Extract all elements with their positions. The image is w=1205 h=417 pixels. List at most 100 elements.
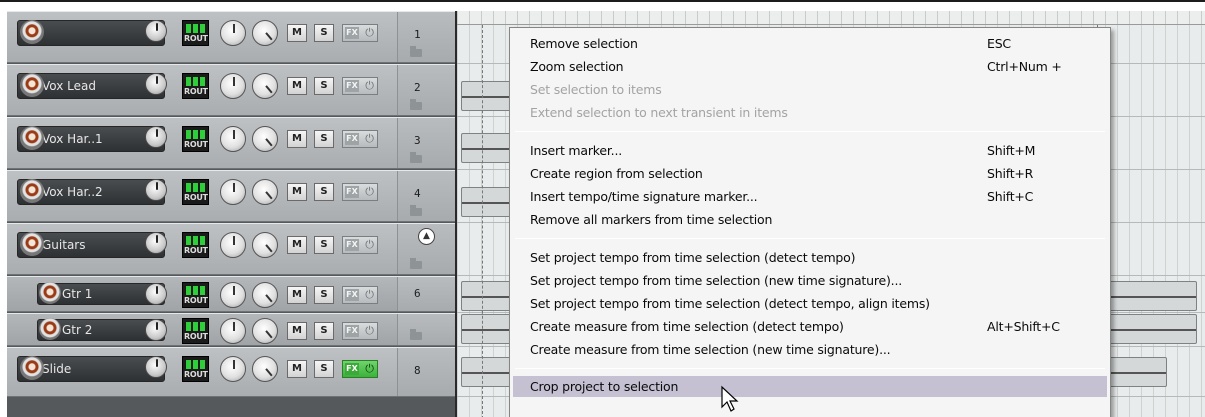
track-number-column[interactable]: ▲ xyxy=(397,224,455,274)
volume-knob[interactable] xyxy=(145,179,167,201)
volume-knob[interactable] xyxy=(145,356,167,378)
track-number-column[interactable]: 8 xyxy=(397,348,455,396)
route-button[interactable]: ROUT xyxy=(182,20,209,46)
folder-icon[interactable] xyxy=(410,46,422,57)
menu-item-crop-project[interactable]: Crop project to selection xyxy=(513,376,1107,397)
record-arm-button[interactable] xyxy=(39,318,61,340)
fx-bypass-icon[interactable]: ⏻ xyxy=(365,288,374,302)
route-button[interactable]: ROUT xyxy=(182,232,209,258)
solo-button[interactable]: S xyxy=(314,77,334,95)
folder-icon[interactable] xyxy=(410,329,422,340)
pan-dial[interactable] xyxy=(252,73,278,99)
volume-knob[interactable] xyxy=(145,126,167,148)
media-item[interactable] xyxy=(461,187,511,217)
menu-item-tempo-align-items[interactable]: Set project tempo from time selection (d… xyxy=(513,293,1107,314)
track-row[interactable]: ROUT M S FX ⏻ 1 xyxy=(7,11,455,63)
fx-button[interactable]: FX ⏻ xyxy=(342,183,378,201)
folder-icon[interactable] xyxy=(410,205,422,216)
mute-button[interactable]: M xyxy=(287,24,307,42)
volume-knob[interactable] xyxy=(145,20,167,42)
fx-button[interactable]: FX ⏻ xyxy=(342,24,378,42)
menu-item-tempo-new-signature[interactable]: Set project tempo from time selection (n… xyxy=(513,270,1107,291)
track-number-column[interactable]: 6 xyxy=(397,277,455,311)
menu-item-create-region[interactable]: Create region from selection Shift+R xyxy=(513,163,1107,184)
menu-item-zoom-selection[interactable]: Zoom selection Ctrl+Num + xyxy=(513,56,1107,77)
fx-button-active[interactable]: FX ⏻ xyxy=(342,360,378,378)
fx-bypass-icon[interactable]: ⏻ xyxy=(365,324,374,338)
route-button[interactable]: ROUT xyxy=(182,318,209,344)
menu-item-insert-tempo-marker[interactable]: Insert tempo/time signature marker... Shi… xyxy=(513,186,1107,207)
track-row[interactable]: Slide ROUT M S FX ⏻ 8 xyxy=(7,347,455,397)
track-number-column[interactable]: 2 xyxy=(397,65,455,115)
route-button[interactable]: ROUT xyxy=(182,73,209,99)
track-row[interactable]: Vox Har..1 ROUT M S FX ⏻ 3 xyxy=(7,117,455,169)
record-arm-button[interactable] xyxy=(20,179,44,203)
folder-collapse-icon[interactable]: ▲ xyxy=(418,228,435,245)
fx-bypass-icon[interactable]: ⏻ xyxy=(365,26,374,40)
pan-dial[interactable] xyxy=(252,282,278,308)
solo-button[interactable]: S xyxy=(314,24,334,42)
menu-item-remove-selection[interactable]: Remove selection ESC xyxy=(513,33,1107,54)
solo-button[interactable]: S xyxy=(314,236,334,254)
solo-button[interactable]: S xyxy=(314,183,334,201)
track-number-column[interactable]: 1 xyxy=(397,12,455,62)
media-item[interactable] xyxy=(1097,314,1197,344)
record-arm-button[interactable] xyxy=(20,20,44,44)
media-item[interactable] xyxy=(461,357,511,387)
track-row[interactable]: Vox Lead ROUT M S FX ⏻ 2 xyxy=(7,64,455,116)
folder-icon[interactable] xyxy=(410,258,422,269)
folder-icon[interactable] xyxy=(410,99,422,110)
volume-knob[interactable] xyxy=(145,73,167,95)
fx-bypass-icon[interactable]: ⏻ xyxy=(365,185,374,199)
track-row-folder[interactable]: Guitars ROUT M S FX ⏻ ▲ xyxy=(7,223,455,275)
pan-dial[interactable] xyxy=(252,318,278,344)
mute-button[interactable]: M xyxy=(287,286,307,304)
record-arm-button[interactable] xyxy=(39,282,61,304)
mute-button[interactable]: M xyxy=(287,130,307,148)
media-item[interactable] xyxy=(461,81,511,111)
record-arm-button[interactable] xyxy=(20,232,44,256)
route-button[interactable]: ROUT xyxy=(182,356,209,382)
volume-dial[interactable] xyxy=(220,282,246,308)
volume-dial[interactable] xyxy=(220,126,246,152)
volume-dial[interactable] xyxy=(220,73,246,99)
track-row[interactable]: Vox Har..2 ROUT M S FX ⏻ 4 xyxy=(7,170,455,222)
mute-button[interactable]: M xyxy=(287,77,307,95)
fx-button[interactable]: FX ⏻ xyxy=(342,236,378,254)
volume-dial[interactable] xyxy=(220,179,246,205)
solo-button[interactable]: S xyxy=(314,322,334,340)
volume-dial[interactable] xyxy=(220,318,246,344)
volume-knob[interactable] xyxy=(145,232,167,254)
volume-knob[interactable] xyxy=(145,283,167,305)
mute-button[interactable]: M xyxy=(287,236,307,254)
mute-button[interactable]: M xyxy=(287,360,307,378)
track-number-column[interactable]: 3 xyxy=(397,118,455,168)
track-row-child[interactable]: Gtr 2 ROUT M S FX ⏻ xyxy=(7,313,455,346)
solo-button[interactable]: S xyxy=(314,286,334,304)
volume-dial[interactable] xyxy=(220,20,246,46)
volume-dial[interactable] xyxy=(220,356,246,382)
media-item[interactable] xyxy=(461,281,511,311)
fx-bypass-icon[interactable]: ⏻ xyxy=(365,132,374,146)
route-button[interactable]: ROUT xyxy=(182,282,209,308)
pan-dial[interactable] xyxy=(252,126,278,152)
fx-button[interactable]: FX ⏻ xyxy=(342,77,378,95)
volume-dial[interactable] xyxy=(220,232,246,258)
menu-item-remove-all-markers[interactable]: Remove all markers from time selection xyxy=(513,209,1107,230)
fx-bypass-icon[interactable]: ⏻ xyxy=(365,362,374,376)
media-item[interactable] xyxy=(461,133,511,163)
menu-item-create-measure-new-signature[interactable]: Create measure from time selection (new … xyxy=(513,339,1107,360)
fx-bypass-icon[interactable]: ⏻ xyxy=(365,79,374,93)
track-row-child[interactable]: Gtr 1 ROUT M S FX ⏻ 6 xyxy=(7,276,455,312)
fx-button[interactable]: FX ⏻ xyxy=(342,130,378,148)
mute-button[interactable]: M xyxy=(287,322,307,340)
menu-item-insert-marker[interactable]: Insert marker... Shift+M xyxy=(513,140,1107,161)
mute-button[interactable]: M xyxy=(287,183,307,201)
record-arm-button[interactable] xyxy=(20,73,44,97)
pan-dial[interactable] xyxy=(252,356,278,382)
menu-item-tempo-detect[interactable]: Set project tempo from time selection (d… xyxy=(513,247,1107,268)
solo-button[interactable]: S xyxy=(314,360,334,378)
route-button[interactable]: ROUT xyxy=(182,126,209,152)
time-selection-start[interactable] xyxy=(482,25,483,417)
solo-button[interactable]: S xyxy=(314,130,334,148)
